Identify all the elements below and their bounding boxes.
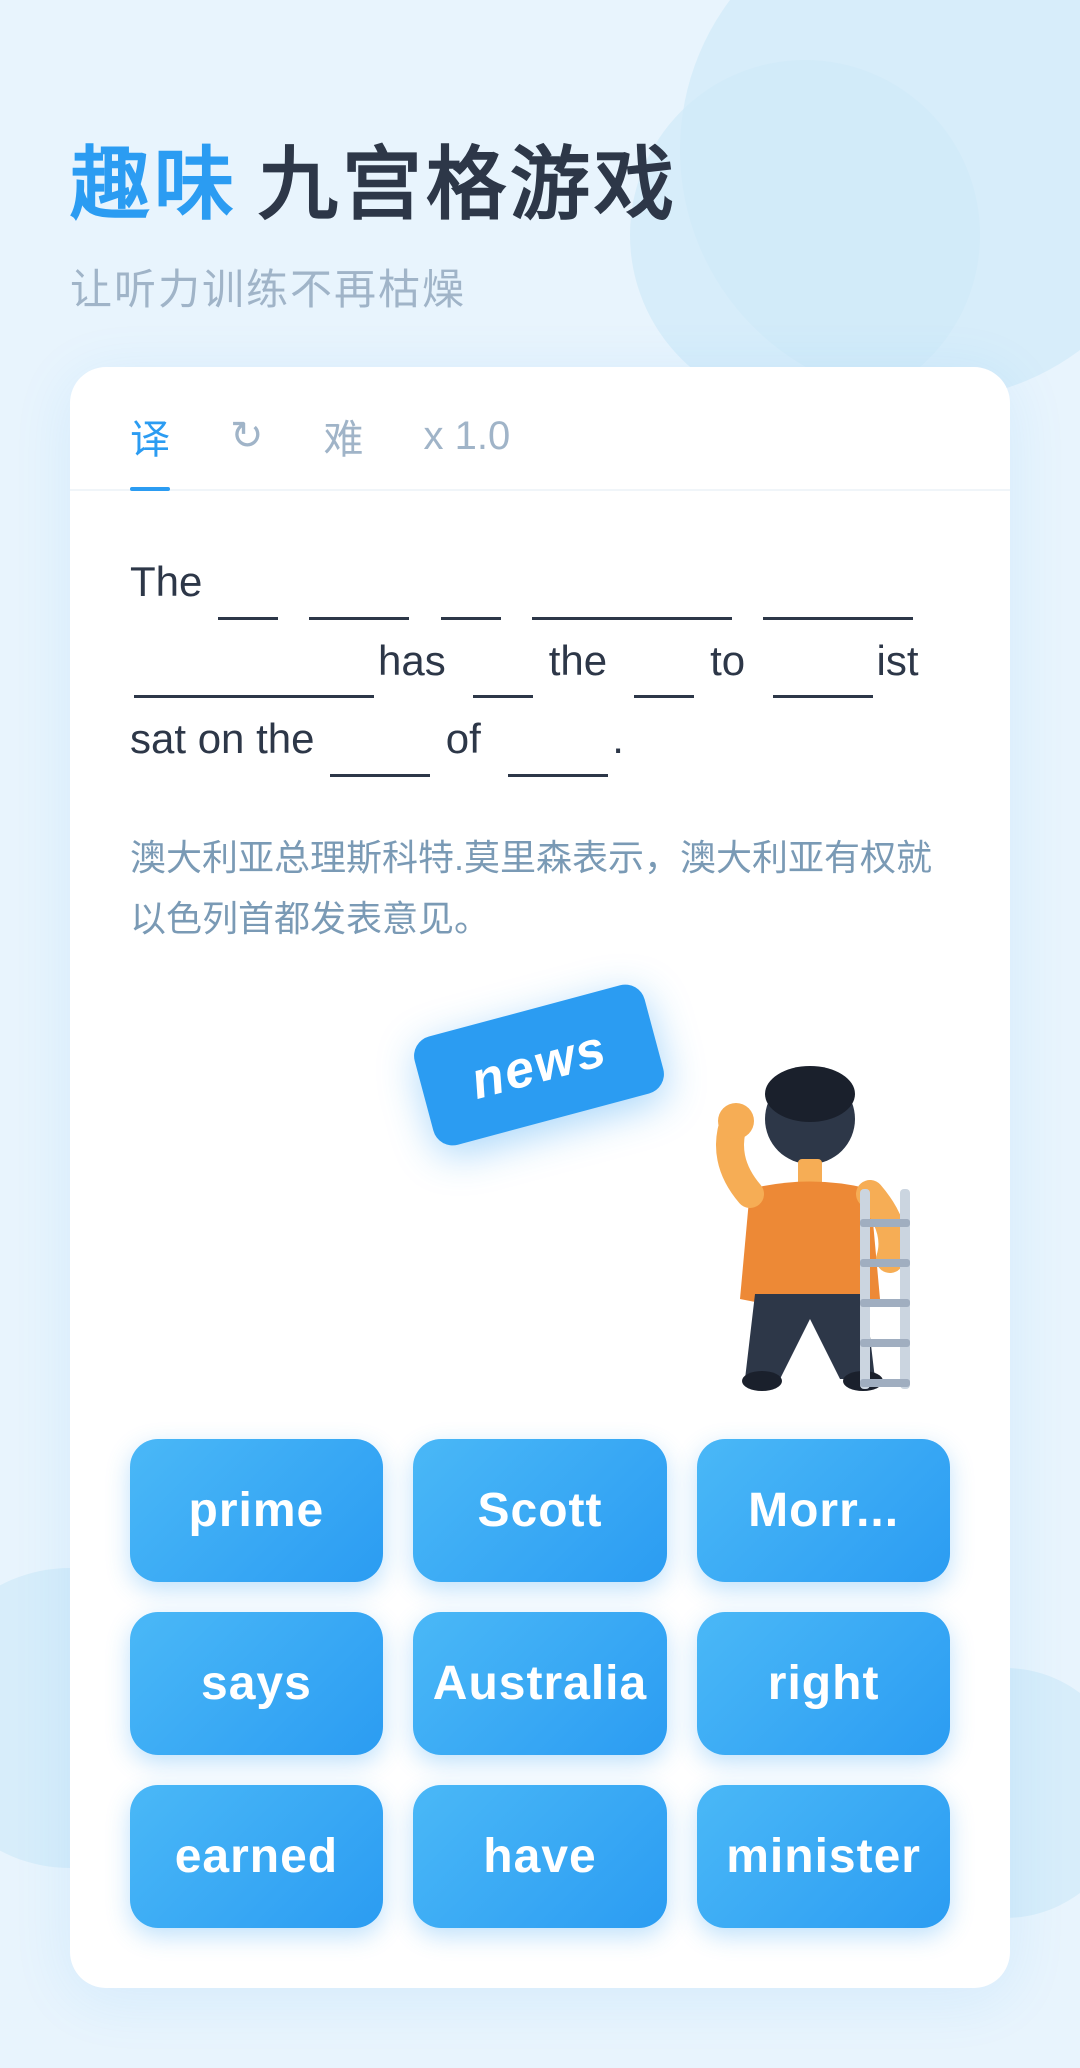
word-button-prime[interactable]: prime (130, 1439, 383, 1582)
news-card: news (410, 980, 669, 1150)
translation-text: 澳大利亚总理斯科特.莫里森表示，澳大利亚有权就以色列首都发表意见。 (70, 807, 1010, 969)
blank-2 (309, 541, 409, 620)
illustration-area: news (70, 979, 1010, 1399)
tab-difficulty[interactable]: 难 (324, 407, 364, 489)
blank-11 (508, 698, 608, 777)
blank-9 (773, 620, 873, 699)
blank-6 (134, 620, 374, 699)
sentence-text: The has the to ist sat on the of . (130, 541, 950, 777)
replay-icon: ↻ (230, 414, 264, 458)
blank-1 (218, 541, 278, 620)
blank-4 (532, 541, 732, 620)
word-button-says[interactable]: says (130, 1612, 383, 1755)
word-grid: prime Scott Morr... says Australia right… (70, 1399, 1010, 1948)
blank-5 (763, 541, 913, 620)
word-button-right[interactable]: right (697, 1612, 950, 1755)
title-dark: 九宫格游戏 (258, 120, 678, 236)
word-button-morrison[interactable]: Morr... (697, 1439, 950, 1582)
tab-translate[interactable]: 译 (130, 407, 170, 489)
blank-7 (473, 620, 533, 699)
title-row: 趣味 九宫格游戏 (70, 120, 1010, 236)
word-button-scott[interactable]: Scott (413, 1439, 667, 1582)
header: 趣味 九宫格游戏 让听力训练不再枯燥 (70, 120, 1010, 317)
blank-10 (330, 698, 430, 777)
tab-bar: 译 ↻ 难 x 1.0 (70, 367, 1010, 491)
word-button-earned[interactable]: earned (130, 1785, 383, 1928)
tab-replay[interactable]: ↻ (230, 413, 264, 483)
sentence-area: The has the to ist sat on the of . (70, 491, 1010, 807)
word-button-minister[interactable]: minister (697, 1785, 950, 1928)
word-button-have[interactable]: have (413, 1785, 667, 1928)
game-card: 译 ↻ 难 x 1.0 The (70, 367, 1010, 1988)
person-illustration (650, 1039, 930, 1399)
title-blue: 趣味 (70, 120, 238, 236)
word-button-australia[interactable]: Australia (413, 1612, 667, 1755)
blank-8 (634, 620, 694, 699)
blank-3 (441, 541, 501, 620)
tab-speed[interactable]: x 1.0 (424, 414, 511, 483)
subtitle: 让听力训练不再枯燥 (70, 256, 1010, 317)
